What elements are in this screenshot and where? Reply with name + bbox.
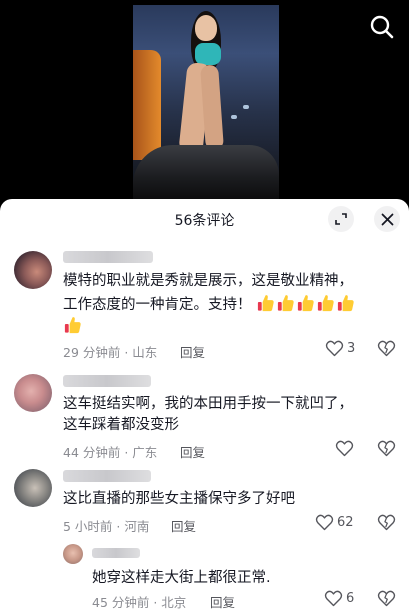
comments-sheet: 56条评论 模特的职业就是秀就是展示，这是敬业精神， 工作态度的一种肯定。支持！…: [0, 199, 409, 612]
avatar[interactable]: [14, 469, 52, 507]
comment-text-line: 她穿这样走大街上都很正常.: [92, 570, 271, 586]
like-button[interactable]: 62: [315, 514, 354, 531]
heart-outline-icon: [324, 590, 343, 607]
thumbs-up-emoji: [296, 295, 316, 313]
like-count: 6: [346, 591, 355, 606]
thumbs-up-emoji: [336, 295, 356, 313]
avatar[interactable]: [14, 251, 52, 289]
heart-outline-icon: [335, 440, 354, 457]
video-figure-head: [195, 15, 217, 41]
avatar[interactable]: [14, 374, 52, 412]
username-blurred[interactable]: [63, 470, 151, 482]
heart-broken-icon: [377, 440, 396, 457]
comment-text-line: 这车挺结实啊，我的本田用手按一下就凹了，: [63, 396, 353, 412]
comment-text: 工作态度的一种肯定。支持！: [63, 297, 252, 313]
heart-outline-icon: [325, 340, 344, 357]
expand-button[interactable]: [328, 206, 354, 232]
reply-button[interactable]: 回复: [180, 442, 205, 461]
reply-button[interactable]: 回复: [180, 342, 205, 361]
comment-text-line: 这车踩着都没变形: [63, 417, 179, 433]
username-blurred[interactable]: [63, 375, 151, 387]
dislike-button[interactable]: [377, 440, 396, 458]
comment-meta: 29 分钟前 · 山东: [63, 345, 158, 360]
expand-icon: [335, 213, 347, 225]
heart-broken-icon: [377, 340, 396, 357]
username-blurred[interactable]: [63, 251, 153, 263]
thumbs-up-emoji: [276, 295, 296, 313]
dislike-button[interactable]: [377, 514, 396, 532]
comment-text-line: [63, 315, 83, 337]
comment-text-line: 这比直播的那些女主播保守多了好吧: [63, 491, 295, 507]
thumbs-up-emoji: [316, 295, 336, 313]
heart-broken-icon: [377, 590, 396, 607]
search-icon: [370, 15, 394, 39]
like-button[interactable]: 3: [325, 340, 355, 357]
comment-meta: 44 分钟前 · 广东: [63, 445, 158, 460]
video-orange-panel: [133, 50, 161, 160]
username-blurred[interactable]: [92, 548, 140, 558]
video-car-roof: [133, 145, 279, 200]
video-figure-top: [195, 43, 221, 65]
like-count: 3: [347, 341, 356, 356]
thumbs-up-emoji: [256, 295, 276, 313]
heart-outline-icon: [315, 514, 334, 531]
dislike-button[interactable]: [377, 340, 396, 358]
comment-text-line: 模特的职业就是秀就是展示，这是敬业精神，: [63, 273, 353, 289]
video-light: [231, 115, 237, 119]
comment-meta: 45 分钟前 · 北京: [92, 595, 187, 610]
comments-header: 56条评论: [0, 199, 409, 239]
dislike-button[interactable]: [377, 590, 396, 608]
like-button[interactable]: [335, 440, 357, 457]
comment-text-line: 工作态度的一种肯定。支持！: [63, 293, 356, 315]
search-button[interactable]: [369, 14, 395, 40]
like-button[interactable]: 6: [324, 590, 354, 607]
heart-broken-icon: [377, 514, 396, 531]
like-count: 62: [337, 515, 354, 530]
video-player[interactable]: [0, 0, 409, 200]
avatar[interactable]: [63, 544, 83, 564]
video-frame[interactable]: [133, 5, 279, 200]
reply-button[interactable]: 回复: [171, 516, 196, 535]
comment-meta: 5 小时前 · 河南: [63, 519, 150, 534]
thumbs-up-emoji: [63, 317, 83, 335]
close-icon: [381, 213, 393, 225]
video-light: [243, 105, 249, 109]
reply-button[interactable]: 回复: [210, 592, 235, 611]
close-button[interactable]: [374, 206, 400, 232]
